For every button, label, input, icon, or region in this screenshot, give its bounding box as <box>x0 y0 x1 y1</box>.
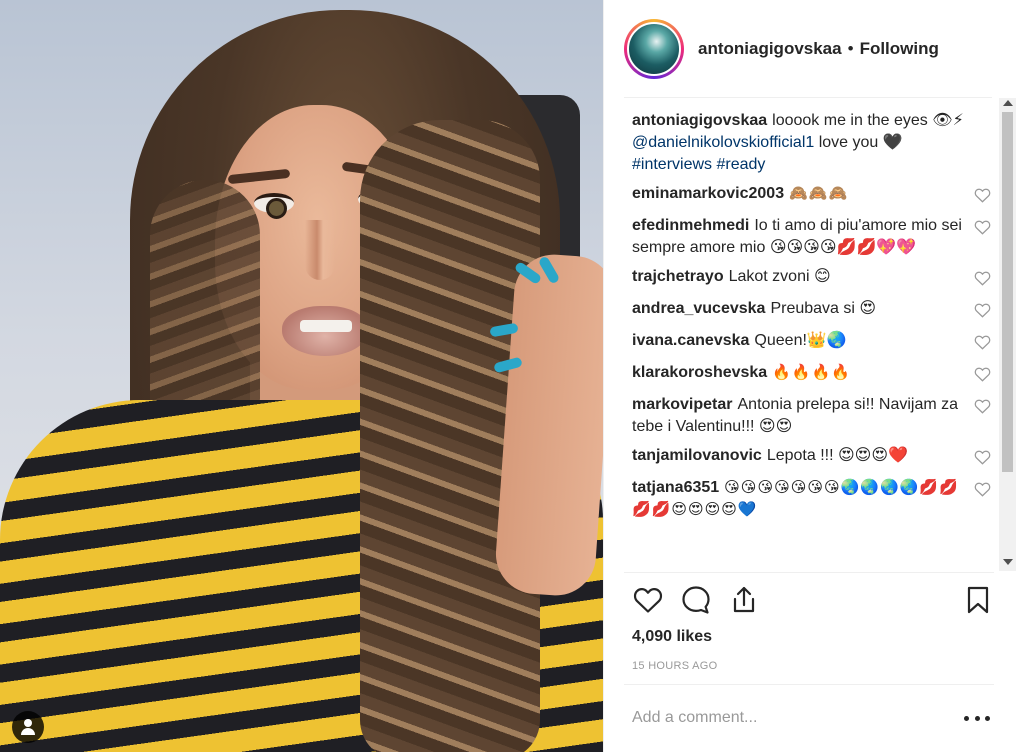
header-username[interactable]: antoniagigovskaa <box>698 39 842 59</box>
list-item: tatjana6351 😘😘😘😘😘😘😘🌏🌏🌏🌏💋💋💋💋😍😍😍😍💙 <box>632 477 994 521</box>
post-timestamp: 15 HOURS AGO <box>632 660 718 672</box>
list-item: andrea_vucevska Preubava si 😍 <box>632 298 994 323</box>
action-bar <box>632 582 994 622</box>
list-item: markovipetar Antonia prelepa si!! Navijam… <box>632 394 994 438</box>
comment-username[interactable]: markovipetar <box>632 396 733 413</box>
more-options-icon[interactable] <box>964 708 990 728</box>
divider <box>624 572 994 573</box>
caption-after-mention: love you 🖤 <box>814 134 903 151</box>
caption-mention-link[interactable]: @danielnikolovskiofficial1 <box>632 134 814 151</box>
comment-text: 🙈🙈🙈 <box>789 185 849 202</box>
speech-bubble-icon[interactable] <box>680 584 712 616</box>
list-item: tanjamilovanovic Lepota !!! 😍😍😍❤️ <box>632 445 994 470</box>
comment-like-icon[interactable] <box>974 187 994 208</box>
list-item: efedinmehmedi Io ti amo di piu'amore mio … <box>632 215 994 259</box>
comments-list[interactable]: antoniagigovskaa looook me in the eyes 👁⚡… <box>632 110 994 572</box>
avatar[interactable] <box>627 21 681 76</box>
comment-username[interactable]: tatjana6351 <box>632 479 719 496</box>
following-button[interactable]: Following <box>860 39 939 59</box>
list-item: trajchetrayo Lakot zvoni 😊 <box>632 266 994 291</box>
scroll-up-arrow-icon[interactable] <box>1003 100 1013 106</box>
teeth <box>300 320 352 332</box>
comment-text: Lakot zvoni 😊 <box>728 268 831 285</box>
comment-username[interactable]: trajchetrayo <box>632 268 724 285</box>
comment-like-icon[interactable] <box>974 398 994 419</box>
caption-hashtags[interactable]: #interviews #ready <box>632 156 765 173</box>
comment-username[interactable]: ivana.canevska <box>632 332 749 349</box>
caption-body: looook me in the eyes 👁⚡ <box>772 112 964 129</box>
caption-username[interactable]: antoniagigovskaa <box>632 112 767 129</box>
comment-username[interactable]: andrea_vucevska <box>632 300 765 317</box>
comment-like-icon[interactable] <box>974 270 994 291</box>
likes-count[interactable]: 4,090 likes <box>632 628 712 646</box>
comment-text: Lepota !!! 😍😍😍❤️ <box>766 447 908 464</box>
nose <box>305 220 335 280</box>
comments-scrollbar[interactable] <box>999 98 1016 571</box>
comment-text: 🔥🔥🔥🔥 <box>772 364 851 381</box>
tagged-user-icon[interactable] <box>12 711 44 743</box>
comment-like-icon[interactable] <box>974 449 994 470</box>
scroll-down-arrow-icon[interactable] <box>1003 559 1013 565</box>
list-item: ivana.canevska Queen!👑🌏 <box>632 330 994 355</box>
comment-like-icon[interactable] <box>974 219 994 240</box>
comment-like-icon[interactable] <box>974 481 994 502</box>
list-item: klarakoroshevska 🔥🔥🔥🔥 <box>632 362 994 387</box>
divider <box>624 684 994 685</box>
heart-outline-icon[interactable] <box>632 584 664 616</box>
caption: antoniagigovskaa looook me in the eyes 👁⚡… <box>632 110 994 176</box>
comment-text: Queen!👑🌏 <box>754 332 847 349</box>
comment-like-icon[interactable] <box>974 334 994 355</box>
header-text: antoniagigovskaa • Following <box>698 39 939 59</box>
add-comment-input[interactable] <box>632 704 932 732</box>
comment-like-icon[interactable] <box>974 302 994 323</box>
comment-username[interactable]: tanjamilovanovic <box>632 447 762 464</box>
comment-username[interactable]: efedinmehmedi <box>632 217 749 234</box>
avatar-story-ring[interactable] <box>624 18 684 79</box>
caption-text: antoniagigovskaa looook me in the eyes 👁⚡… <box>632 110 964 176</box>
share-arrow-icon[interactable] <box>728 584 760 616</box>
header-separator: • <box>847 38 854 58</box>
comment-username[interactable]: klarakoroshevska <box>632 364 767 381</box>
left-eye <box>254 193 294 219</box>
comment-text: Preubava si 😍 <box>770 300 877 317</box>
bookmark-icon[interactable] <box>962 584 994 616</box>
list-item: eminamarkovic2003 🙈🙈🙈 <box>632 183 994 208</box>
post-photo[interactable] <box>0 0 603 752</box>
post-side-panel: antoniagigovskaa • Following antoniagigo… <box>603 0 1022 752</box>
post-header: antoniagigovskaa • Following <box>624 0 992 98</box>
comment-like-icon[interactable] <box>974 366 994 387</box>
comment-username[interactable]: eminamarkovic2003 <box>632 185 784 202</box>
scroll-thumb[interactable] <box>1002 112 1013 472</box>
